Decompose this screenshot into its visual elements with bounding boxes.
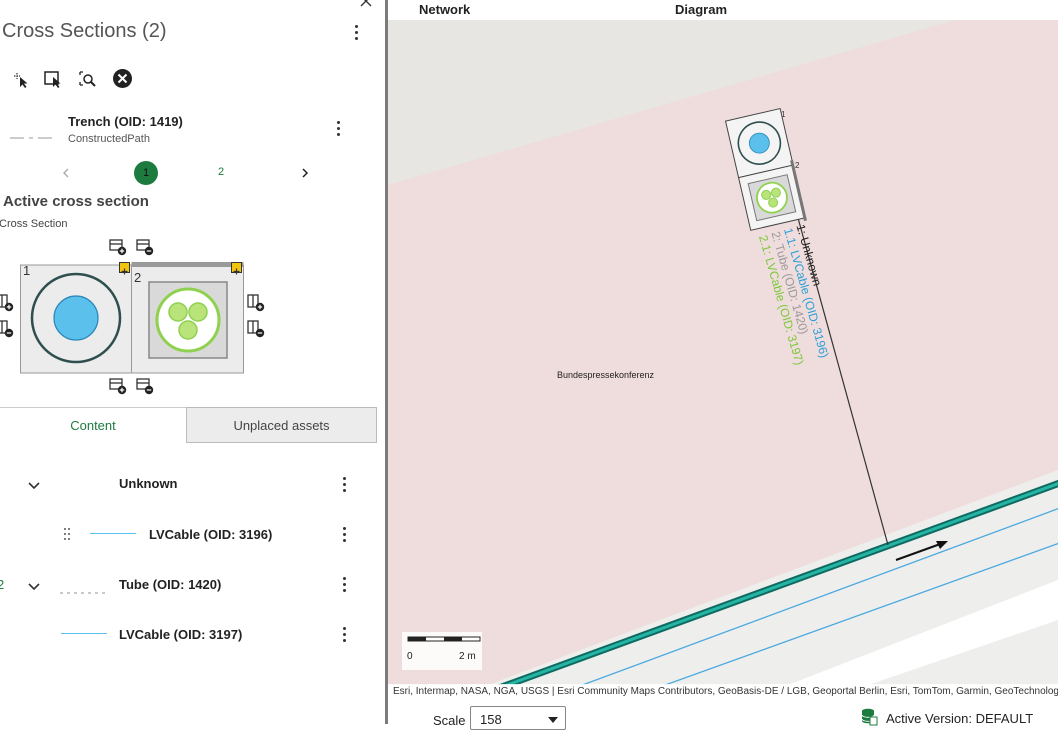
tab-network[interactable]: Network (419, 2, 470, 17)
tree-item-index: 2 (0, 577, 5, 592)
scalebar-zero: 0 (407, 651, 413, 662)
cross-sections-panel: Cross Sections (2) Trench (OID: 1419) Co… (0, 0, 385, 724)
kebab-icon (342, 626, 346, 630)
expand-cell-2-icon[interactable] (231, 262, 242, 275)
panel-menu-button[interactable] (348, 22, 364, 42)
feature-type: ConstructedPath (68, 133, 150, 145)
tree-item-menu-button[interactable] (336, 624, 352, 644)
tab-unplaced-assets[interactable]: Unplaced assets (186, 407, 377, 443)
tab-content-label: Content (70, 418, 116, 433)
cell-2-label: 2 (134, 270, 142, 285)
add-row-top-button[interactable] (109, 238, 127, 256)
expand-cell-1-icon[interactable] (119, 262, 130, 275)
tab-content[interactable]: Content (0, 407, 186, 443)
dropdown-arrow-icon (548, 717, 558, 723)
close-icon[interactable] (359, 0, 373, 8)
tree-item-lvcable-3197[interactable]: LVCable (OID: 3197) (119, 627, 242, 642)
map-view[interactable]: 1 2 1: Unknown 1.1: LVCable (OID: 3196) … (388, 20, 1058, 685)
zoom-select-icon[interactable] (77, 69, 97, 89)
scale-label: Scale (433, 713, 466, 728)
chevron-down-icon[interactable] (27, 579, 41, 597)
remove-row-top-button[interactable] (136, 238, 154, 256)
place-label: Bundespressekonferenz (557, 370, 655, 380)
add-column-right-button[interactable] (247, 294, 265, 312)
trench-line-symbol (10, 127, 56, 145)
active-section-heading: Active cross section (3, 193, 149, 210)
tree-item-menu-button[interactable] (336, 524, 352, 544)
view-tabs: Network Diagram (388, 0, 1058, 20)
remove-column-left-button[interactable] (0, 320, 14, 338)
kebab-icon (336, 120, 340, 124)
tab-diagram[interactable]: Diagram (675, 2, 727, 17)
map-canvas[interactable] (388, 20, 1058, 685)
chevron-left-icon[interactable] (61, 166, 71, 184)
page-2-button[interactable]: 2 (218, 166, 224, 178)
scale-select[interactable]: 158 (470, 706, 566, 730)
tree-item-tube-1420[interactable]: Tube (OID: 1420) (119, 577, 221, 592)
callout-box-1-label: 1 (781, 110, 786, 119)
select-icon[interactable] (10, 69, 30, 89)
add-row-bottom-button[interactable] (109, 377, 127, 395)
tab-unplaced-label: Unplaced assets (233, 417, 330, 433)
tree-item-menu-button[interactable] (336, 474, 352, 494)
cell-1-label: 1 (23, 263, 31, 278)
tree-item-menu-button[interactable] (336, 574, 352, 594)
page-1-button[interactable]: 1 (134, 161, 158, 185)
kebab-icon (354, 24, 358, 28)
scalebar-end: 2 m (459, 651, 476, 662)
lvcable-line-symbol (90, 533, 136, 534)
remove-row-bottom-button[interactable] (136, 377, 154, 395)
tree-item-unknown[interactable]: Unknown (119, 476, 178, 491)
cross-section-label: Cross Section (0, 218, 68, 230)
page-1-label: 1 (142, 167, 150, 179)
kebab-icon (342, 476, 346, 480)
tube-line-symbol (60, 582, 108, 600)
tree-item-lvcable-3196[interactable]: LVCable (OID: 3196) (149, 527, 272, 542)
scale-value: 158 (480, 712, 502, 727)
cross-section-diagram[interactable]: 1 2 (20, 262, 244, 374)
drag-handle-icon[interactable] (63, 527, 71, 546)
database-icon (860, 708, 878, 731)
chevron-down-icon[interactable] (27, 478, 41, 496)
kebab-icon (342, 576, 346, 580)
select-box-icon[interactable] (43, 69, 63, 89)
lvcable-line-symbol (61, 633, 107, 634)
feature-name: Trench (OID: 1419) (68, 114, 183, 129)
add-column-left-button[interactable] (0, 294, 14, 312)
status-bar: Scale 158 Active Version: DEFAULT (388, 700, 1058, 730)
clear-icon[interactable] (112, 68, 133, 89)
map-attribution: Esri, Intermap, NASA, NGA, USGS | Esri C… (388, 684, 1058, 700)
chevron-right-icon[interactable] (300, 166, 310, 184)
panel-title: Cross Sections (2) (2, 20, 167, 42)
feature-menu-button[interactable] (330, 118, 346, 138)
page-2-label: 2 (218, 166, 225, 178)
kebab-icon (342, 526, 346, 530)
callout-box-2-label: 2 (795, 161, 800, 170)
remove-column-right-button[interactable] (247, 320, 265, 338)
